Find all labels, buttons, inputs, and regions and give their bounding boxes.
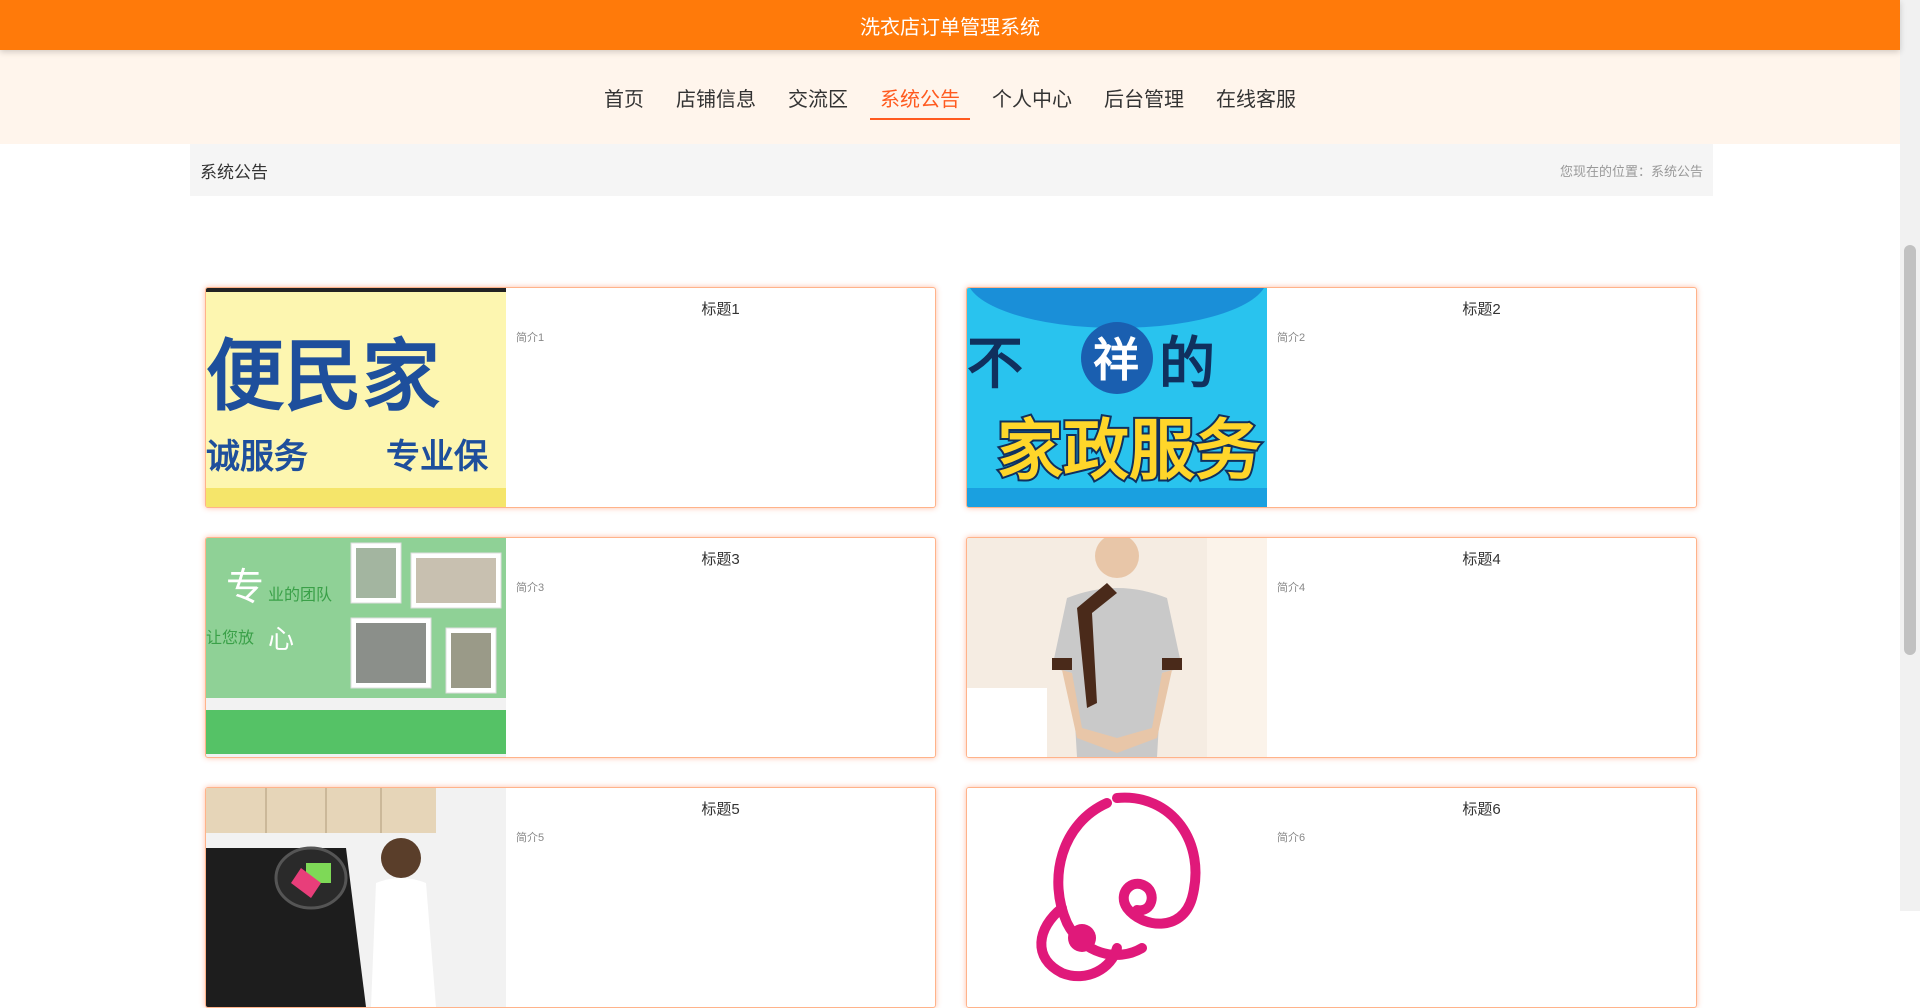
image-text: 专业保 (386, 437, 489, 477)
nav-home[interactable]: 首页 (594, 77, 654, 118)
announcement-title[interactable]: 标题4 (1277, 548, 1686, 569)
announcement-intro: 简介6 (1277, 832, 1306, 844)
nav-announcements[interactable]: 系统公告 (870, 77, 970, 120)
nav-shop-info[interactable]: 店铺信息 (666, 77, 766, 118)
nav-personal-center[interactable]: 个人中心 (982, 77, 1082, 118)
image-text: 业的团队 (268, 585, 332, 604)
image-text: 便民家 (206, 332, 440, 422)
announcement-image[interactable]: 不 祥 的 家政服务 (967, 288, 1267, 507)
announcement-intro: 简介2 (1277, 332, 1306, 344)
announcement-intro: 简介1 (516, 332, 545, 344)
image-text: 让您放 (206, 628, 254, 647)
breadcrumb: 系统公告 您现在的位置：系统公告 (190, 144, 1713, 196)
nav-forum[interactable]: 交流区 (778, 77, 858, 118)
announcement-image[interactable] (967, 538, 1267, 757)
announcement-image[interactable]: 专 业的团队 让您放 心 (206, 538, 506, 757)
announcement-title[interactable]: 标题6 (1277, 798, 1686, 819)
image-text: 诚服务 (206, 437, 308, 477)
announcement-title[interactable]: 标题3 (516, 548, 925, 569)
page-scrollbar[interactable] (1900, 0, 1920, 911)
announcement-intro: 简介5 (516, 832, 545, 844)
scrollbar-thumb[interactable] (1904, 245, 1916, 655)
announcement-card[interactable]: 标题4 简介4 (966, 537, 1697, 758)
announcement-intro: 简介4 (1277, 582, 1306, 594)
app-header: 洗衣店订单管理系统 (0, 0, 1900, 50)
page-title: 系统公告 (200, 162, 268, 182)
image-text: 不 (967, 332, 1023, 397)
image-text: 专 (226, 565, 264, 609)
nav-admin[interactable]: 后台管理 (1094, 77, 1194, 118)
main-nav: 首页 店铺信息 交流区 系统公告 个人中心 后台管理 在线客服 (0, 50, 1900, 144)
announcement-image[interactable]: 便民家 诚服务 专业保 (206, 288, 506, 507)
announcement-image[interactable] (967, 788, 1267, 1007)
announcement-title[interactable]: 标题2 (1277, 298, 1686, 319)
announcement-title[interactable]: 标题1 (516, 298, 925, 319)
announcement-card[interactable]: 专 业的团队 让您放 心 标题3 简介3 (205, 537, 936, 758)
announcement-card[interactable]: 标题5 简介5 (205, 787, 936, 1008)
image-text: 家政服务 (997, 412, 1261, 489)
announcement-card[interactable]: 标题6 简介6 (966, 787, 1697, 1008)
announcement-intro: 简介3 (516, 582, 545, 594)
image-text: 祥 (1093, 333, 1139, 387)
announcement-image[interactable] (206, 788, 506, 1007)
nav-online-service[interactable]: 在线客服 (1206, 77, 1306, 118)
breadcrumb-location: 您现在的位置：系统公告 (1559, 163, 1703, 179)
announcement-card[interactable]: 便民家 诚服务 专业保 标题1 简介1 (205, 287, 936, 508)
image-text: 心 (268, 625, 294, 655)
image-text: 的 (1159, 332, 1215, 397)
app-title: 洗衣店订单管理系统 (860, 16, 1040, 39)
announcement-title[interactable]: 标题5 (516, 798, 925, 819)
announcement-card[interactable]: 不 祥 的 家政服务 标题2 简介2 (966, 287, 1697, 508)
